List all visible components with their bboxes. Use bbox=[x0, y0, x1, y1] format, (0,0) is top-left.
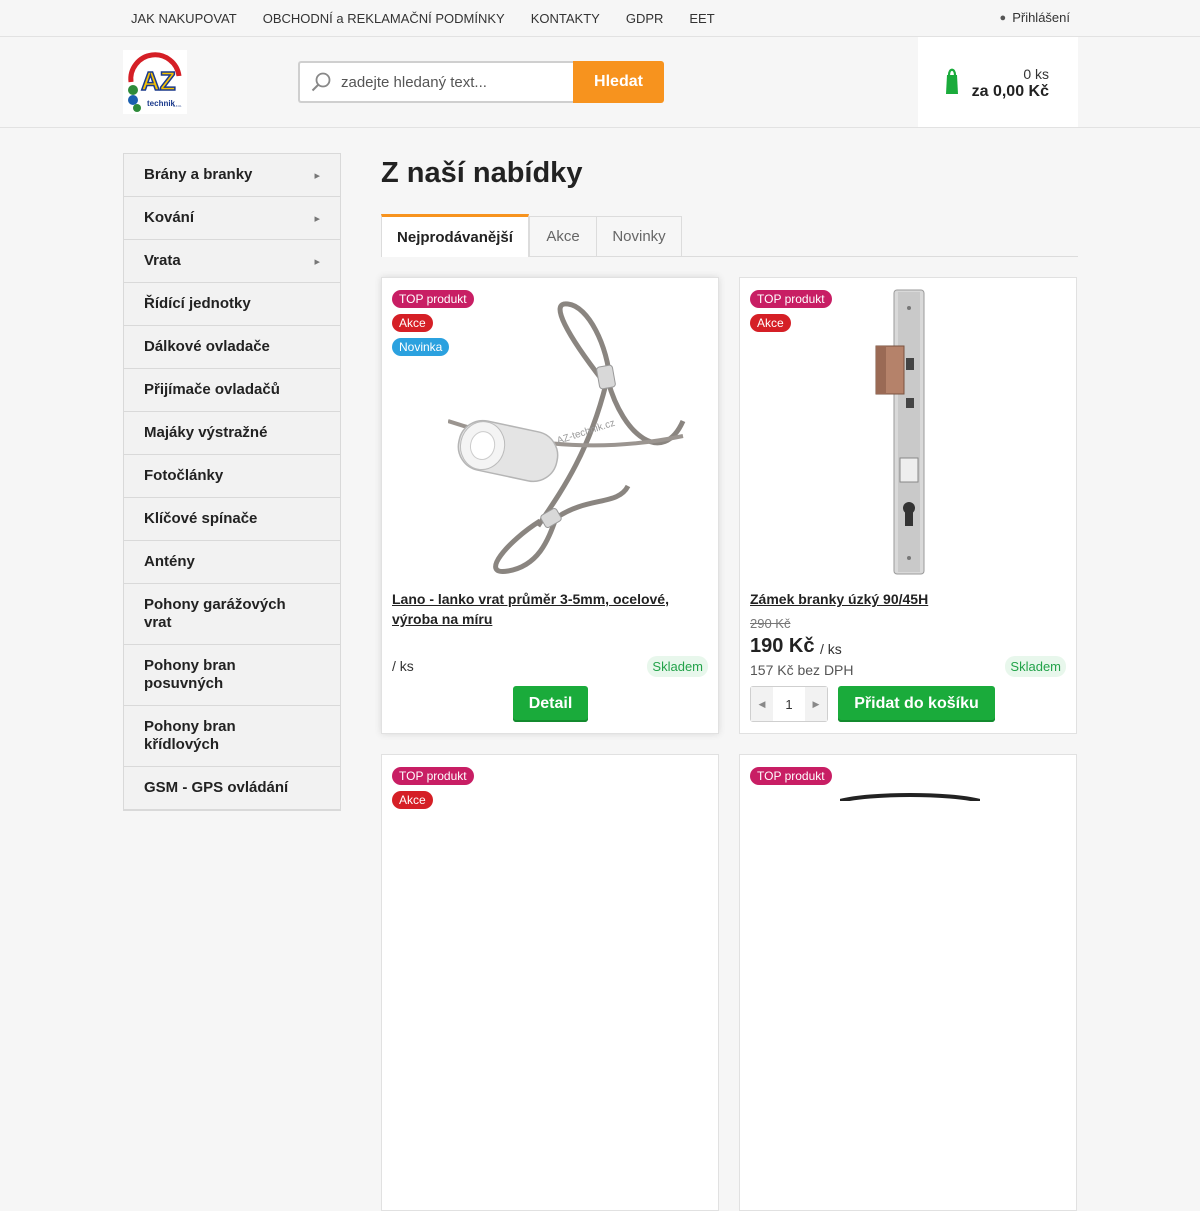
cart-widget[interactable]: 0 ks za 0,00 Kč bbox=[918, 37, 1078, 127]
search-field bbox=[298, 61, 573, 103]
sidebar-item-label: Vrata bbox=[144, 252, 181, 269]
sidebar-item-pohony-kridlovych[interactable]: Pohony bran křídlových bbox=[124, 706, 340, 767]
product-card: TOP produkt bbox=[739, 754, 1077, 1211]
search-icon bbox=[311, 72, 331, 92]
price: 190 Kč bbox=[750, 635, 815, 657]
product-tabs: Nejprodávanější Akce Novinky bbox=[381, 214, 1078, 257]
tab-nejprodavanejsi[interactable]: Nejprodávanější bbox=[381, 214, 529, 257]
minus-icon[interactable]: ◀ bbox=[751, 687, 773, 721]
plus-icon[interactable]: ▶ bbox=[805, 687, 827, 721]
product-card: TOP produkt Akce Zámek branky úzký 90/45… bbox=[739, 277, 1077, 734]
top-bar: JAK NAKUPOVAT OBCHODNÍ a REKLAMAČNÍ PODM… bbox=[0, 0, 1200, 37]
chevron-right-icon: ▸ bbox=[314, 213, 320, 225]
main-content: Z naší nabídky Nejprodávanější Akce Novi… bbox=[381, 153, 1078, 1211]
sidebar-item-label: Majáky výstražné bbox=[144, 424, 268, 441]
sidebar-item-klicove-spinace[interactable]: Klíčové spínače bbox=[124, 498, 340, 541]
product-card: TOP produkt Akce Novinka AZ-technik.cz L… bbox=[381, 277, 719, 734]
svg-text:s.r.o.: s.r.o. bbox=[173, 103, 182, 108]
sidebar-item-ridici-jednotky[interactable]: Řídící jednotky bbox=[124, 283, 340, 326]
product-image-cable[interactable]: AZ-technik.cz bbox=[448, 296, 686, 578]
sidebar-item-label: Klíčové spínače bbox=[144, 510, 258, 527]
sidebar-item-label: Antény bbox=[144, 553, 195, 570]
price-without-vat: 157 Kč bez DPH bbox=[750, 662, 854, 678]
sidebar-item-label: Přijímače ovladačů bbox=[144, 381, 280, 398]
old-price: 290 Kč bbox=[750, 616, 791, 631]
badge-akce: Akce bbox=[392, 314, 433, 332]
stock-badge: Skladem bbox=[1005, 656, 1066, 677]
header: AZ technik s.r.o. Hledat 0 ks za 0,00 Kč bbox=[0, 37, 1200, 128]
sidebar-item-label: GSM - GPS ovládání bbox=[144, 779, 289, 796]
chevron-right-icon: ▸ bbox=[314, 170, 320, 182]
search-button[interactable]: Hledat bbox=[573, 61, 664, 103]
badge-novinka: Novinka bbox=[392, 338, 450, 356]
product-badges: TOP produkt Akce bbox=[750, 290, 832, 338]
cart-bag-icon bbox=[946, 68, 958, 94]
nav-link-jak-nakupovat[interactable]: JAK NAKUPOVAT bbox=[131, 11, 237, 26]
badge-top: TOP produkt bbox=[750, 767, 832, 785]
quantity-stepper: ◀ ▶ bbox=[750, 686, 828, 722]
sidebar-item-majaky[interactable]: Majáky výstražné bbox=[124, 412, 340, 455]
site-logo[interactable]: AZ technik s.r.o. bbox=[123, 50, 187, 114]
logo-image: AZ technik s.r.o. bbox=[123, 50, 187, 114]
badge-akce: Akce bbox=[392, 791, 433, 809]
sidebar-item-label: Pohony bran posuvných bbox=[144, 657, 236, 692]
sidebar-item-pohony-garazovych[interactable]: Pohony garážových vrat bbox=[124, 584, 340, 645]
sidebar-item-label: Fotočlánky bbox=[144, 467, 224, 484]
sidebar-item-label: Dálkové ovladače bbox=[144, 338, 270, 355]
product-unit: / ks bbox=[392, 658, 414, 674]
sidebar-item-label: Pohony garážových vrat bbox=[144, 596, 286, 631]
login-link[interactable]: ● Přihlášení bbox=[1000, 10, 1070, 25]
product-badges: TOP produkt bbox=[750, 767, 832, 791]
product-badges: TOP produkt Akce bbox=[392, 767, 474, 815]
sidebar-item-label: Brány a branky bbox=[144, 166, 253, 183]
add-to-cart-button[interactable]: Přidat do košíku bbox=[838, 686, 995, 722]
sidebar-item-pohony-posuvnych[interactable]: Pohony bran posuvných bbox=[124, 645, 340, 706]
tab-akce[interactable]: Akce bbox=[529, 216, 597, 256]
svg-text:technik: technik bbox=[147, 99, 176, 108]
sidebar-item-anteny[interactable]: Antény bbox=[124, 541, 340, 584]
sidebar-item-dalkove-ovladace[interactable]: Dálkové ovladače bbox=[124, 326, 340, 369]
sidebar-item-gsm-gps[interactable]: GSM - GPS ovládání bbox=[124, 767, 340, 810]
tab-novinky[interactable]: Novinky bbox=[596, 216, 682, 256]
sidebar-item-label: Řídící jednotky bbox=[144, 295, 251, 312]
sidebar-item-label: Pohony bran křídlových bbox=[144, 718, 236, 753]
login-label: Přihlášení bbox=[1012, 10, 1070, 25]
sidebar-item-vrata[interactable]: Vrata ▸ bbox=[124, 240, 340, 283]
category-sidebar: Brány a branky ▸ Kování ▸ Vrata ▸ Řídící je… bbox=[123, 153, 341, 811]
search-bar: Hledat bbox=[298, 61, 664, 103]
sidebar-item-kovani[interactable]: Kování ▸ bbox=[124, 197, 340, 240]
product-card: TOP produkt Akce bbox=[381, 754, 719, 1211]
stock-badge: Skladem bbox=[647, 656, 708, 677]
sidebar-item-brany[interactable]: Brány a branky ▸ bbox=[124, 154, 340, 197]
cart-count: 0 ks bbox=[1023, 66, 1049, 82]
page-title: Z naší nabídky bbox=[381, 157, 583, 189]
sidebar-item-fotoclanky[interactable]: Fotočlánky bbox=[124, 455, 340, 498]
badge-akce: Akce bbox=[750, 314, 791, 332]
nav-link-eet[interactable]: EET bbox=[689, 11, 714, 26]
detail-button[interactable]: Detail bbox=[513, 686, 588, 722]
cart-total: za 0,00 Kč bbox=[971, 83, 1049, 100]
price-unit: / ks bbox=[820, 641, 842, 657]
user-icon: ● bbox=[999, 11, 1007, 24]
quantity-input[interactable] bbox=[773, 687, 805, 721]
chevron-right-icon: ▸ bbox=[314, 256, 320, 268]
nav-link-gdpr[interactable]: GDPR bbox=[626, 11, 664, 26]
badge-top: TOP produkt bbox=[750, 290, 832, 308]
product-name-link[interactable]: Zámek branky úzký 90/45H bbox=[750, 589, 1050, 609]
top-nav: JAK NAKUPOVAT OBCHODNÍ a REKLAMAČNÍ PODM… bbox=[131, 0, 741, 36]
badge-top: TOP produkt bbox=[392, 767, 474, 785]
search-input[interactable] bbox=[341, 73, 561, 91]
sidebar-item-prijimace[interactable]: Přijímače ovladačů bbox=[124, 369, 340, 412]
nav-link-kontakty[interactable]: KONTAKTY bbox=[531, 11, 600, 26]
product-name-link[interactable]: Lano - lanko vrat průměr 3-5mm, ocelové,… bbox=[392, 589, 692, 629]
product-image-lock[interactable] bbox=[870, 288, 950, 578]
nav-link-podminky[interactable]: OBCHODNÍ a REKLAMAČNÍ PODMÍNKY bbox=[263, 11, 505, 26]
svg-text:AZ: AZ bbox=[141, 66, 176, 96]
sidebar-item-label: Kování bbox=[144, 209, 195, 226]
